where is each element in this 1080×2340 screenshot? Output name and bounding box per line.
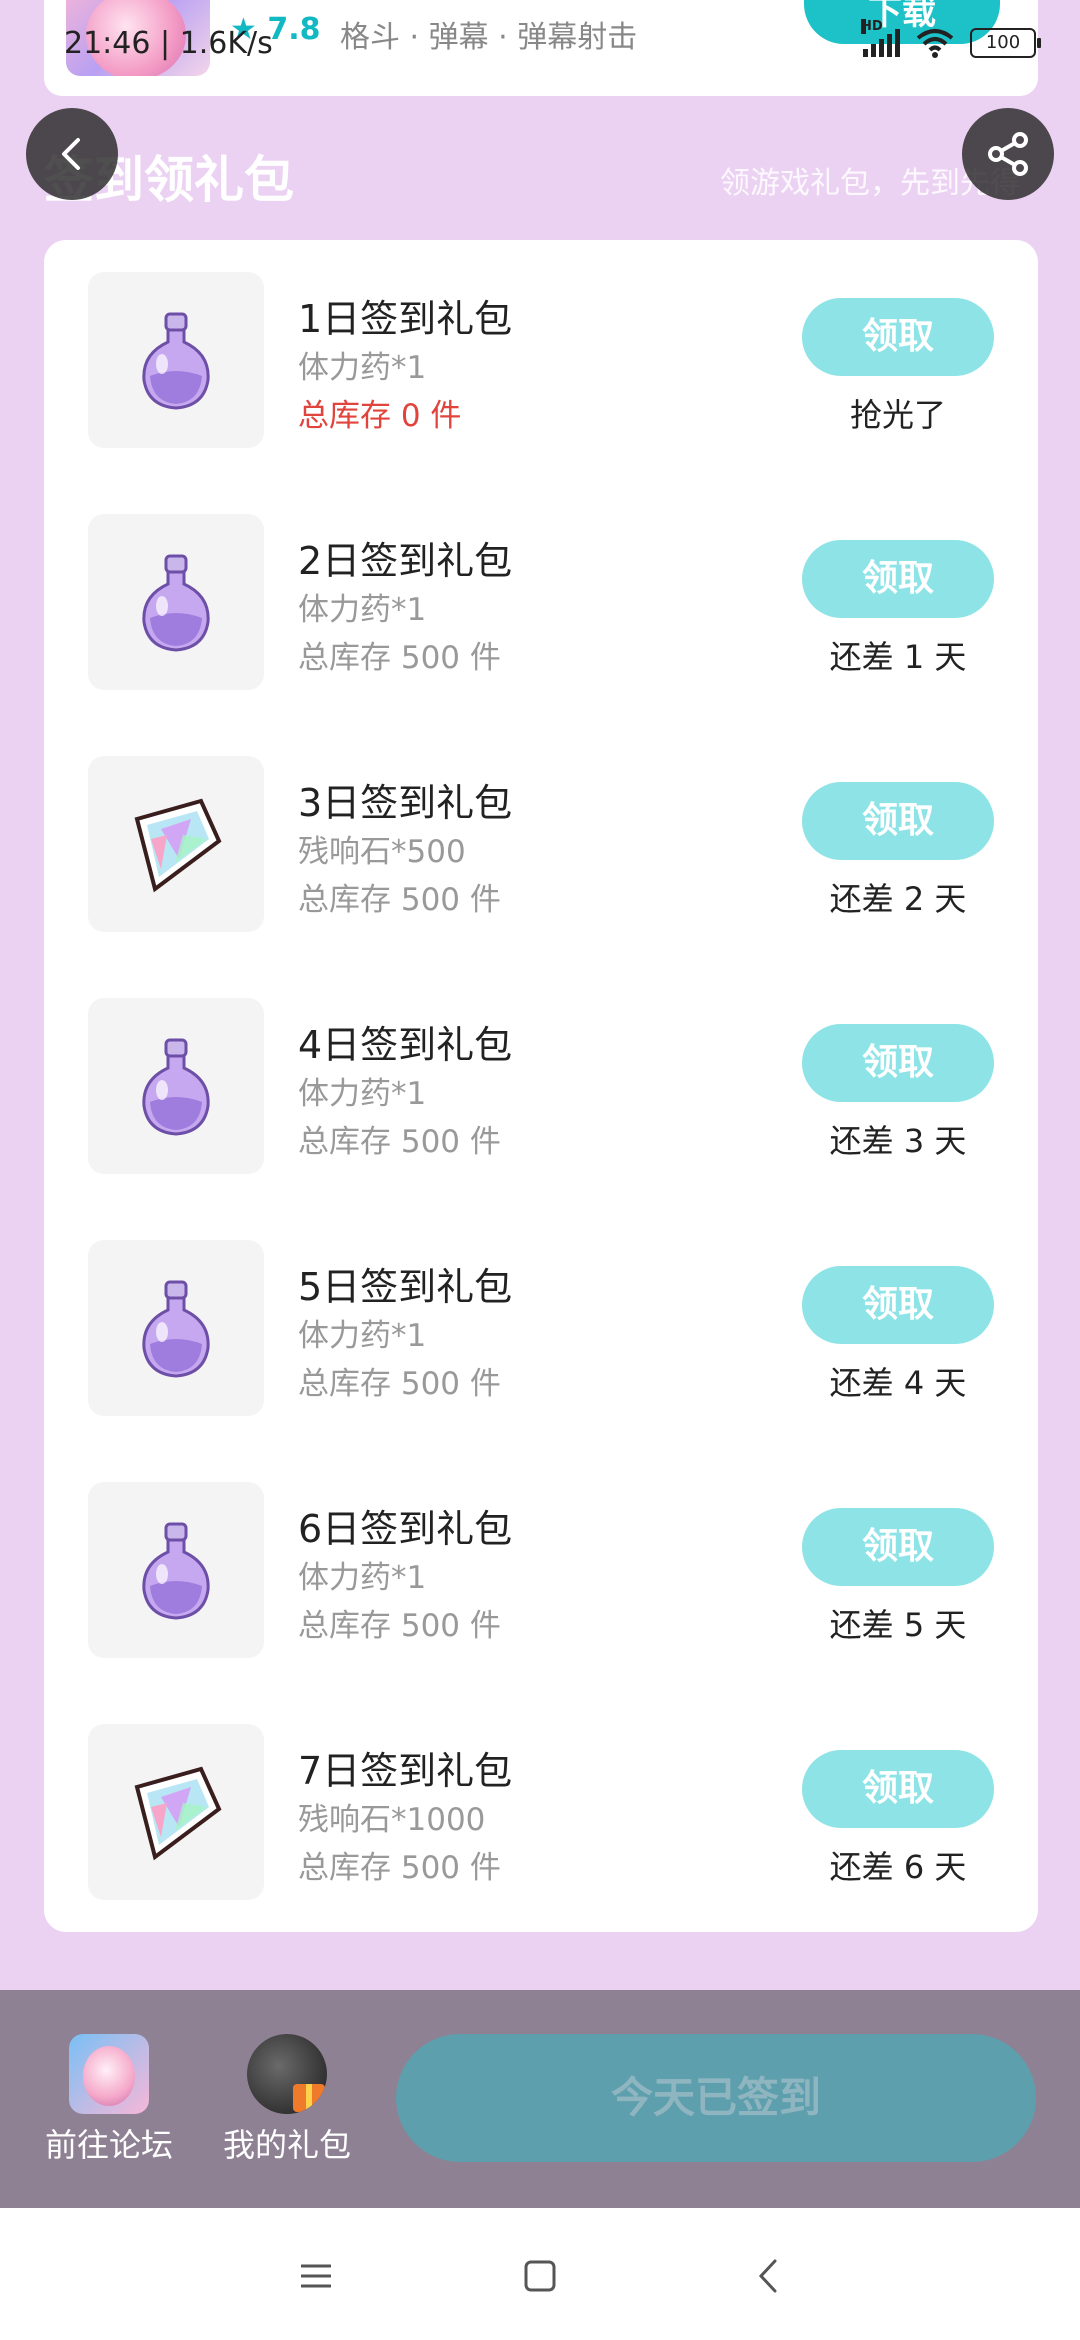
share-icon [988, 132, 1028, 176]
gift-stock: 总库存 500 件 [298, 1366, 501, 1402]
potion-icon [88, 998, 264, 1174]
menu-icon [301, 2264, 331, 2288]
gift-item: 残响石*500 [298, 834, 466, 870]
bottom-action-bar: 前往论坛 我的礼包 今天已签到 [0, 1990, 1080, 2208]
gift-item: 残响石*1000 [298, 1802, 486, 1838]
back-triangle-icon [758, 2259, 777, 2293]
gift-stock: 总库存 500 件 [298, 882, 501, 918]
gift-stock: 总库存 500 件 [298, 1124, 501, 1160]
gift-status: 还差 5 天 [829, 1606, 967, 1644]
gift-item: 体力药*1 [298, 1560, 427, 1596]
gift-name: 2日签到礼包 [298, 539, 513, 583]
claim-button[interactable]: 领取 [802, 1750, 994, 1828]
claim-button[interactable]: 领取 [802, 1024, 994, 1102]
gift-row: 2日签到礼包 体力药*1 总库存 500 件 领取 还差 1 天 [44, 482, 1038, 724]
gift-row: 4日签到礼包 体力药*1 总库存 500 件 领取 还差 3 天 [44, 966, 1038, 1208]
gift-row: 1日签到礼包 体力药*1 总库存 0 件 领取 抢光了 [44, 240, 1038, 482]
gift-item: 体力药*1 [298, 350, 427, 386]
forum-avatar-icon [69, 2034, 149, 2114]
gift-row: 5日签到礼包 体力药*1 总库存 500 件 领取 还差 4 天 [44, 1208, 1038, 1450]
gift-name: 4日签到礼包 [298, 1023, 513, 1067]
gift-row: 7日签到礼包 残响石*1000 总库存 500 件 领取 还差 6 天 [44, 1692, 1038, 1934]
home-button[interactable] [510, 2246, 570, 2306]
claim-button[interactable]: 领取 [802, 540, 994, 618]
gift-status: 还差 3 天 [829, 1122, 967, 1160]
game-tags: 格斗 · 弹幕 · 弹幕射击 [340, 20, 638, 55]
gift-item: 体力药*1 [298, 592, 427, 628]
my-gifts-link[interactable]: 我的礼包 [212, 2034, 362, 2166]
my-gifts-label: 我的礼包 [222, 2126, 351, 2164]
game-rating: ★ 7.8 [230, 12, 321, 47]
potion-icon [88, 1240, 264, 1416]
forum-link[interactable]: 前往论坛 [34, 2034, 184, 2166]
gift-status: 还差 1 天 [829, 638, 967, 676]
gift-item: 体力药*1 [298, 1318, 427, 1354]
nav-back-button[interactable] [738, 2246, 798, 2306]
gift-name: 6日签到礼包 [298, 1507, 513, 1551]
claim-button[interactable]: 领取 [802, 1508, 994, 1586]
gift-stock: 总库存 500 件 [298, 1608, 501, 1644]
crystal-icon [88, 756, 264, 932]
gift-name: 1日签到礼包 [298, 297, 513, 341]
home-square-icon [524, 2260, 556, 2292]
menu-button[interactable] [286, 2246, 346, 2306]
back-button[interactable] [26, 108, 118, 200]
gift-item: 体力药*1 [298, 1076, 427, 1112]
potion-icon [88, 1482, 264, 1658]
claim-button[interactable]: 领取 [802, 298, 994, 376]
forum-label: 前往论坛 [44, 2126, 173, 2164]
gift-name: 5日签到礼包 [298, 1265, 513, 1309]
gift-list: 1日签到礼包 体力药*1 总库存 0 件 领取 抢光了 2日签到礼包 体力药*1… [44, 240, 1038, 1932]
claim-button[interactable]: 领取 [802, 782, 994, 860]
share-button[interactable] [962, 108, 1054, 200]
download-button[interactable]: 下载 [804, 0, 1000, 44]
gift-status: 还差 4 天 [829, 1364, 967, 1402]
gift-status: 抢光了 [849, 396, 946, 434]
potion-icon [88, 514, 264, 690]
game-cover-image [66, 0, 210, 76]
claim-button[interactable]: 领取 [802, 1266, 994, 1344]
gift-stock: 总库存 0 件 [298, 398, 462, 434]
gift-box-icon [247, 2034, 327, 2114]
gift-row: 3日签到礼包 残响石*500 总库存 500 件 领取 还差 2 天 [44, 724, 1038, 966]
chevron-left-icon [62, 138, 80, 170]
gift-status: 还差 2 天 [829, 880, 967, 918]
checked-in-button[interactable]: 今天已签到 [396, 2034, 1036, 2162]
gift-name: 7日签到礼包 [298, 1749, 513, 1793]
gift-status: 还差 6 天 [829, 1848, 967, 1886]
gift-stock: 总库存 500 件 [298, 640, 501, 676]
gift-row: 6日签到礼包 体力药*1 总库存 500 件 领取 还差 5 天 [44, 1450, 1038, 1692]
gift-stock: 总库存 500 件 [298, 1850, 501, 1886]
crystal-icon [88, 1724, 264, 1900]
system-nav-bar [0, 2208, 1080, 2340]
potion-icon [88, 272, 264, 448]
game-info-card[interactable]: ★ 7.8 格斗 · 弹幕 · 弹幕射击 下载 [44, 0, 1038, 96]
gift-name: 3日签到礼包 [298, 781, 513, 825]
